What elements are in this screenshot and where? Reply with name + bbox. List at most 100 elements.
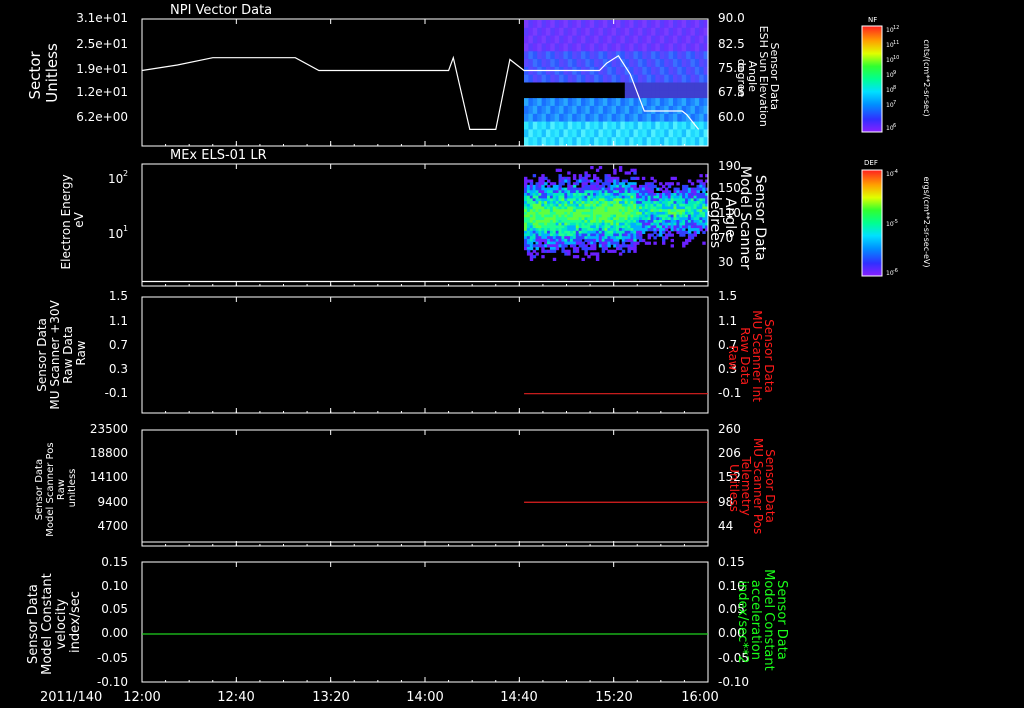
panel-1-right-tick: 90.0 [718,11,745,25]
spectrogram-cell [602,66,608,76]
spectrogram-cell [629,35,635,44]
spectrogram-cell [598,244,603,248]
spectrogram-cell [686,35,692,44]
spectrogram-cell [641,176,646,180]
spectrogram-cell [636,176,640,180]
spectrogram-cell [659,51,665,60]
panel-2-title: MEx ELS-01 LR [170,148,267,163]
spectrogram-cell [616,35,621,44]
spectrogram-cell [607,249,611,253]
spectrogram-cell [550,129,556,138]
spectrogram-cell [611,98,617,107]
spectrogram-cell [581,113,586,123]
spectrogram-cell [559,27,565,37]
label-line: degrees [707,192,723,248]
spectrogram-cell [594,43,600,52]
spectrogram-cell [581,257,585,261]
spectrogram-cell [589,121,595,130]
spectrogram-cell [655,90,661,99]
spectrogram-cell [541,27,547,37]
spectrogram-cell [696,179,700,183]
spectrogram-cell [550,98,556,107]
spectrogram-cell [554,82,560,91]
spectrogram-cell [699,137,705,146]
cb-tick-exp: 6 [893,123,896,129]
spectrogram-cell [559,121,565,130]
spectrogram-cell [545,59,551,68]
spectrogram-cell [620,35,626,44]
spectrogram-cell [545,66,551,76]
spectrogram-cell [616,59,621,68]
panel-3-left-label: Sensor Data MU Scanner +30V Raw Data Raw [35,296,88,409]
spectrogram-cell [581,20,586,29]
spectrogram-cell [677,35,683,44]
spectrogram-cell [655,35,661,44]
spectrogram-cell [537,129,543,138]
spectrogram-cell [541,35,547,44]
spectrogram-cell [677,137,683,146]
spectrogram-cell [581,121,586,130]
spectrogram-cell [559,113,565,123]
x-tick-label: 13:20 [312,690,349,705]
label-line: Model Scanner Pos [45,442,56,536]
spectrogram-cell [528,59,534,68]
spectrogram-cell [524,59,529,68]
panel-4-right-tick: 44 [718,519,733,533]
spectrogram-cell [589,43,595,52]
spectrogram-cell [664,82,670,91]
spectrogram-cell [561,182,565,186]
spectrogram-cell [646,35,652,44]
spectrogram-cell [572,43,578,52]
spectrogram-cell [659,129,665,138]
spectrogram-cell [589,105,595,115]
spectrogram-cell [576,27,582,37]
spectrogram-cell [541,43,547,52]
spectrogram-cell [673,228,677,232]
spectrogram-cell [633,249,637,253]
spectrogram-cell [532,113,538,123]
spectrogram-cell [677,113,683,123]
spectrogram-cell [594,35,600,44]
spectrogram-cell [677,74,683,84]
panel-1-right-tick: 60.0 [718,110,745,124]
spectrogram-cell [646,43,652,52]
spectrogram-cell [611,74,617,84]
spectrogram-cell [607,43,613,52]
spectrogram-cell [602,43,608,52]
spectrogram-cell [576,98,582,107]
spectrogram-cell [576,51,582,60]
spectrogram-cell [620,98,626,107]
spectrogram-cell [611,90,617,99]
spectrogram-cell [633,51,639,60]
spectrogram-cell [629,113,635,123]
spectrogram-cell [659,20,665,29]
spectrogram-cell [528,82,534,91]
spectrogram-cell [611,82,617,91]
spectrogram-cell [529,247,534,251]
spectrogram-cell [687,179,692,183]
spectrogram-cell [585,121,591,130]
spectrogram-cell [616,113,621,123]
spectrogram-cell [699,121,705,130]
spectrogram-cell [594,66,600,76]
spectrogram-cell [624,43,630,52]
spectrogram-cell [677,27,683,37]
spectrogram-cell [563,90,569,99]
spectrogram-cell [528,35,534,44]
spectrogram-cell [528,43,534,52]
panel-3-left-tick: 0.3 [109,362,128,376]
panel-5-right-tick: -0.10 [718,675,749,689]
spectrogram-cell [532,174,537,178]
spectrogram-cell [646,20,652,29]
spectrogram-cell [611,59,617,68]
colorbar-def: DEF 10 -4 10 -5 10 -6 ergs/(cm**2-sr-sec… [861,159,931,277]
spectrogram-cell [552,257,557,261]
spectrogram-cell [668,105,674,115]
spectrogram-cell [585,105,591,115]
spectrogram-cell [550,137,556,146]
spectrogram-cell [550,27,556,37]
spectrogram-cell [637,59,643,68]
spectrogram-cell [559,129,565,138]
spectrogram-cell [620,27,626,37]
spectrogram-cell [524,35,529,44]
